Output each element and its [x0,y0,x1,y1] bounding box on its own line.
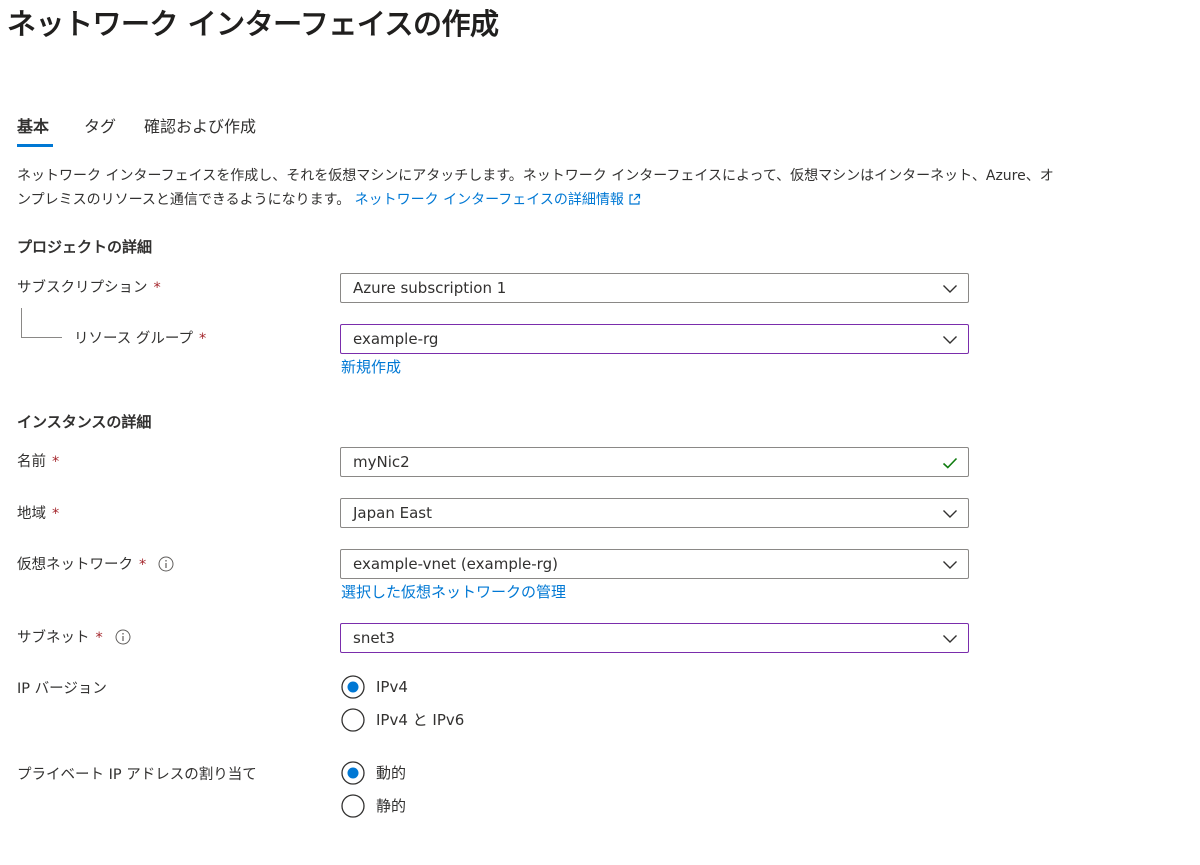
region-label: 地域 * [17,503,59,525]
tab-review-create[interactable]: 確認および作成 [144,114,256,140]
resource-group-label: リソース グループ * [74,328,206,350]
description: ネットワーク インターフェイスを作成し、それを仮想マシンにアタッチします。ネット… [17,164,1054,214]
name-label-text: 名前 [17,454,46,470]
required-mark: * [52,506,60,522]
name-input[interactable]: myNic2 [340,447,969,477]
ip-version-ipv4-label: IPv4 [376,678,408,696]
external-link-icon [628,190,641,214]
required-mark: * [139,557,147,573]
page-title: ネットワーク インターフェイスの作成 [7,7,499,41]
resource-group-value: example-rg [353,330,439,348]
section-title-project-details: プロジェクトの詳細 [17,238,153,256]
more-options-button[interactable]: ··· [452,10,470,34]
subnet-label-text: サブネット [17,630,90,646]
learn-more-link[interactable]: ネットワーク インターフェイスの詳細情報 [355,192,641,208]
region-dropdown[interactable]: Japan East [340,498,969,528]
description-line-2: ンプレミスのリソースと通信できるようになります。 ネットワーク インターフェイス… [17,188,997,214]
subscription-value: Azure subscription 1 [353,279,507,297]
chevron-down-icon [942,557,958,576]
chevron-down-icon [942,281,958,300]
ip-version-dual-label: IPv4 と IPv6 [376,711,465,729]
name-label: 名前 * [17,451,59,473]
subnet-dropdown[interactable]: snet3 [340,623,969,653]
manage-virtual-network-link[interactable]: 選択した仮想ネットワークの管理 [341,581,566,603]
section-title-instance-details: インスタンスの詳細 [17,413,152,431]
ip-version-dual-radio[interactable] [341,708,365,732]
virtual-network-label-text: 仮想ネットワーク [17,557,133,573]
chevron-down-icon [942,631,958,650]
required-mark: * [95,630,103,646]
virtual-network-label: 仮想ネットワーク * [17,554,174,579]
ip-version-ipv4-radio[interactable] [341,675,365,699]
name-value: myNic2 [353,453,410,471]
virtual-network-value: example-vnet (example-rg) [353,555,558,573]
subnet-label: サブネット * [17,627,131,652]
description-line-1: ネットワーク インターフェイスを作成し、それを仮想マシンにアタッチします。ネット… [17,168,1054,184]
active-tab-indicator [17,144,53,147]
create-new-resource-group-link[interactable]: 新規作成 [341,356,401,378]
chevron-down-icon [942,506,958,525]
tree-connector-vertical [21,308,22,337]
private-ip-static-radio[interactable] [341,794,365,818]
description-line-2-text: ンプレミスのリソースと通信できるようになります。 [17,192,351,208]
tree-connector-horizontal [21,337,62,338]
virtual-network-dropdown[interactable]: example-vnet (example-rg) [340,549,969,579]
tab-basics[interactable]: 基本 [17,114,49,140]
required-mark: * [199,331,207,347]
tab-tags[interactable]: タグ [84,114,116,140]
resource-group-dropdown[interactable]: example-rg [340,324,969,354]
subscription-label: サブスクリプション * [17,277,161,299]
region-label-text: 地域 [17,506,46,522]
subscription-dropdown[interactable]: Azure subscription 1 [340,273,969,303]
required-mark: * [153,280,161,296]
private-ip-dynamic-label: 動的 [376,764,407,782]
info-icon[interactable] [115,629,131,652]
region-value: Japan East [353,504,432,522]
subnet-value: snet3 [353,629,395,647]
ip-version-label: IP バージョン [17,681,107,697]
learn-more-link-label: ネットワーク インターフェイスの詳細情報 [354,192,624,208]
private-ip-dynamic-radio[interactable] [341,761,365,785]
subscription-label-text: サブスクリプション [17,280,148,296]
private-ip-label: プライベート IP アドレスの割り当て [17,767,257,783]
checkmark-icon [942,455,958,474]
resource-group-label-text: リソース グループ [74,331,194,347]
chevron-down-icon [942,332,958,351]
private-ip-static-label: 静的 [376,797,407,815]
info-icon[interactable] [158,556,174,579]
required-mark: * [52,454,60,470]
